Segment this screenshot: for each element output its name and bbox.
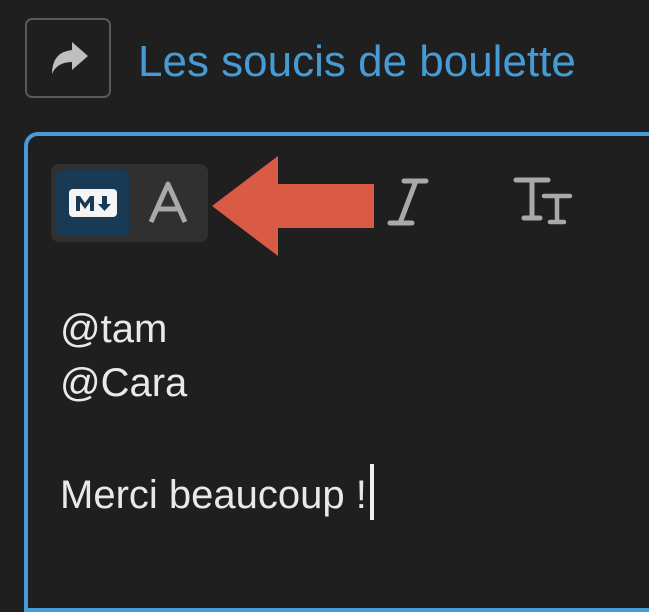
markdown-mode-button[interactable] — [56, 170, 129, 236]
reply-arrow-icon — [52, 42, 88, 74]
composer-editor[interactable]: @tam @Cara Merci beaucoup ! — [60, 302, 374, 520]
editor-line-with-caret: Merci beaucoup ! — [60, 464, 374, 520]
text-caret — [369, 464, 374, 520]
annotation-arrow-icon — [212, 156, 374, 256]
editor-line: @Cara — [60, 361, 188, 405]
editor-line: Merci beaucoup ! — [60, 473, 367, 517]
reply-button[interactable] — [25, 18, 111, 98]
italic-button[interactable] — [382, 172, 434, 232]
rich-text-mode-button[interactable] — [131, 170, 204, 236]
text-size-icon — [513, 177, 573, 225]
italic-icon — [387, 178, 429, 226]
markdown-icon — [68, 189, 117, 217]
editor-line: @tam — [60, 307, 168, 351]
rich-text-icon — [148, 181, 187, 224]
text-size-button[interactable] — [512, 172, 574, 228]
topic-title[interactable]: Les soucis de boulette — [138, 36, 576, 88]
